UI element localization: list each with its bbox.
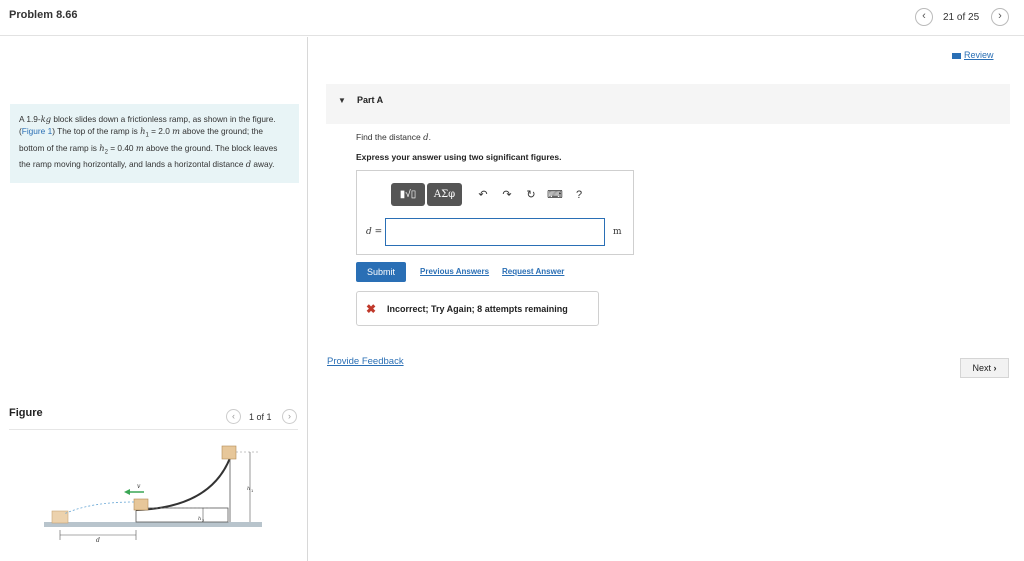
block-top — [221, 445, 237, 460]
previous-answers-link[interactable]: Previous Answers — [420, 267, 489, 276]
reset-icon[interactable]: ↻ — [520, 188, 542, 201]
ramp-curve — [135, 457, 231, 511]
part-a-header[interactable]: ▼ Part A — [326, 84, 1010, 124]
chevron-left-icon: ‹ — [232, 411, 235, 421]
figure-prev-button[interactable]: ‹ — [226, 409, 241, 424]
d-label: d — [96, 537, 100, 544]
answer-box: ▮√▯ ΑΣφ ↶ ↷ ↻ ⌨ ? d = m — [356, 170, 634, 255]
figure-count: 1 of 1 — [249, 412, 272, 422]
block-launch — [133, 498, 149, 511]
previous-problem-button[interactable]: ‹ — [915, 8, 933, 26]
figure-link[interactable]: Figure 1 — [22, 126, 52, 136]
page-count: 21 of 25 — [943, 12, 980, 23]
next-button[interactable]: Next › — [960, 358, 1009, 378]
feedback-message-box: ✖ Incorrect; Try Again; 8 attempts remai… — [356, 291, 599, 326]
keyboard-icon[interactable]: ⌨ — [544, 188, 566, 201]
redo-icon[interactable]: ↷ — [496, 188, 518, 201]
answer-instruction: Express your answer using two significan… — [356, 152, 562, 162]
book-icon — [952, 52, 961, 59]
next-problem-button[interactable]: › — [991, 8, 1009, 26]
provide-feedback-link[interactable]: Provide Feedback — [327, 356, 404, 367]
top-bar: Problem 8.66 ‹ 21 of 25 › — [0, 0, 1024, 36]
help-icon[interactable]: ? — [568, 189, 590, 201]
ramp-figure: v h 1 h 2 d — [44, 445, 262, 544]
ground — [44, 522, 262, 527]
figure-next-button[interactable]: › — [282, 409, 297, 424]
answer-input[interactable] — [385, 218, 605, 246]
part-title: Part A — [357, 95, 384, 105]
chevron-left-icon: ‹ — [922, 10, 926, 22]
problem-title: Problem 8.66 — [9, 9, 78, 21]
request-answer-link[interactable]: Request Answer — [502, 267, 564, 276]
v-label: v — [137, 483, 141, 490]
submit-button[interactable]: Submit — [356, 262, 406, 282]
panel-divider — [307, 37, 308, 561]
figure-divider — [9, 429, 298, 430]
trajectory — [63, 501, 135, 515]
undo-icon[interactable]: ↶ — [472, 188, 494, 201]
chevron-right-icon: › — [993, 363, 997, 373]
problem-statement: A 1.9-kg block slides down a frictionles… — [10, 104, 299, 183]
feedback-text: Incorrect; Try Again; 8 attempts remaini… — [387, 304, 568, 314]
collapse-arrow-icon[interactable]: ▼ — [338, 96, 346, 105]
template-button[interactable]: ▮√▯ — [391, 183, 425, 206]
h1-label: h — [247, 486, 250, 492]
greek-symbols-button[interactable]: ΑΣφ — [427, 183, 462, 206]
chevron-right-icon: › — [998, 10, 1002, 22]
h1-sub: 1 — [251, 488, 254, 493]
answer-unit: m — [613, 227, 622, 237]
answer-variable-label: d = — [366, 227, 383, 237]
h2-label: h — [198, 516, 201, 522]
velocity-arrowhead — [124, 489, 130, 495]
question-text: Find the distance d. — [356, 132, 431, 143]
x-icon: ✖ — [366, 302, 377, 316]
review-link[interactable]: Review — [952, 50, 994, 60]
block-landed — [51, 510, 69, 524]
figure-heading: Figure — [9, 407, 43, 419]
math-toolbar: ▮√▯ ΑΣφ ↶ ↷ ↻ ⌨ ? — [391, 183, 590, 206]
chevron-right-icon: › — [288, 411, 291, 421]
